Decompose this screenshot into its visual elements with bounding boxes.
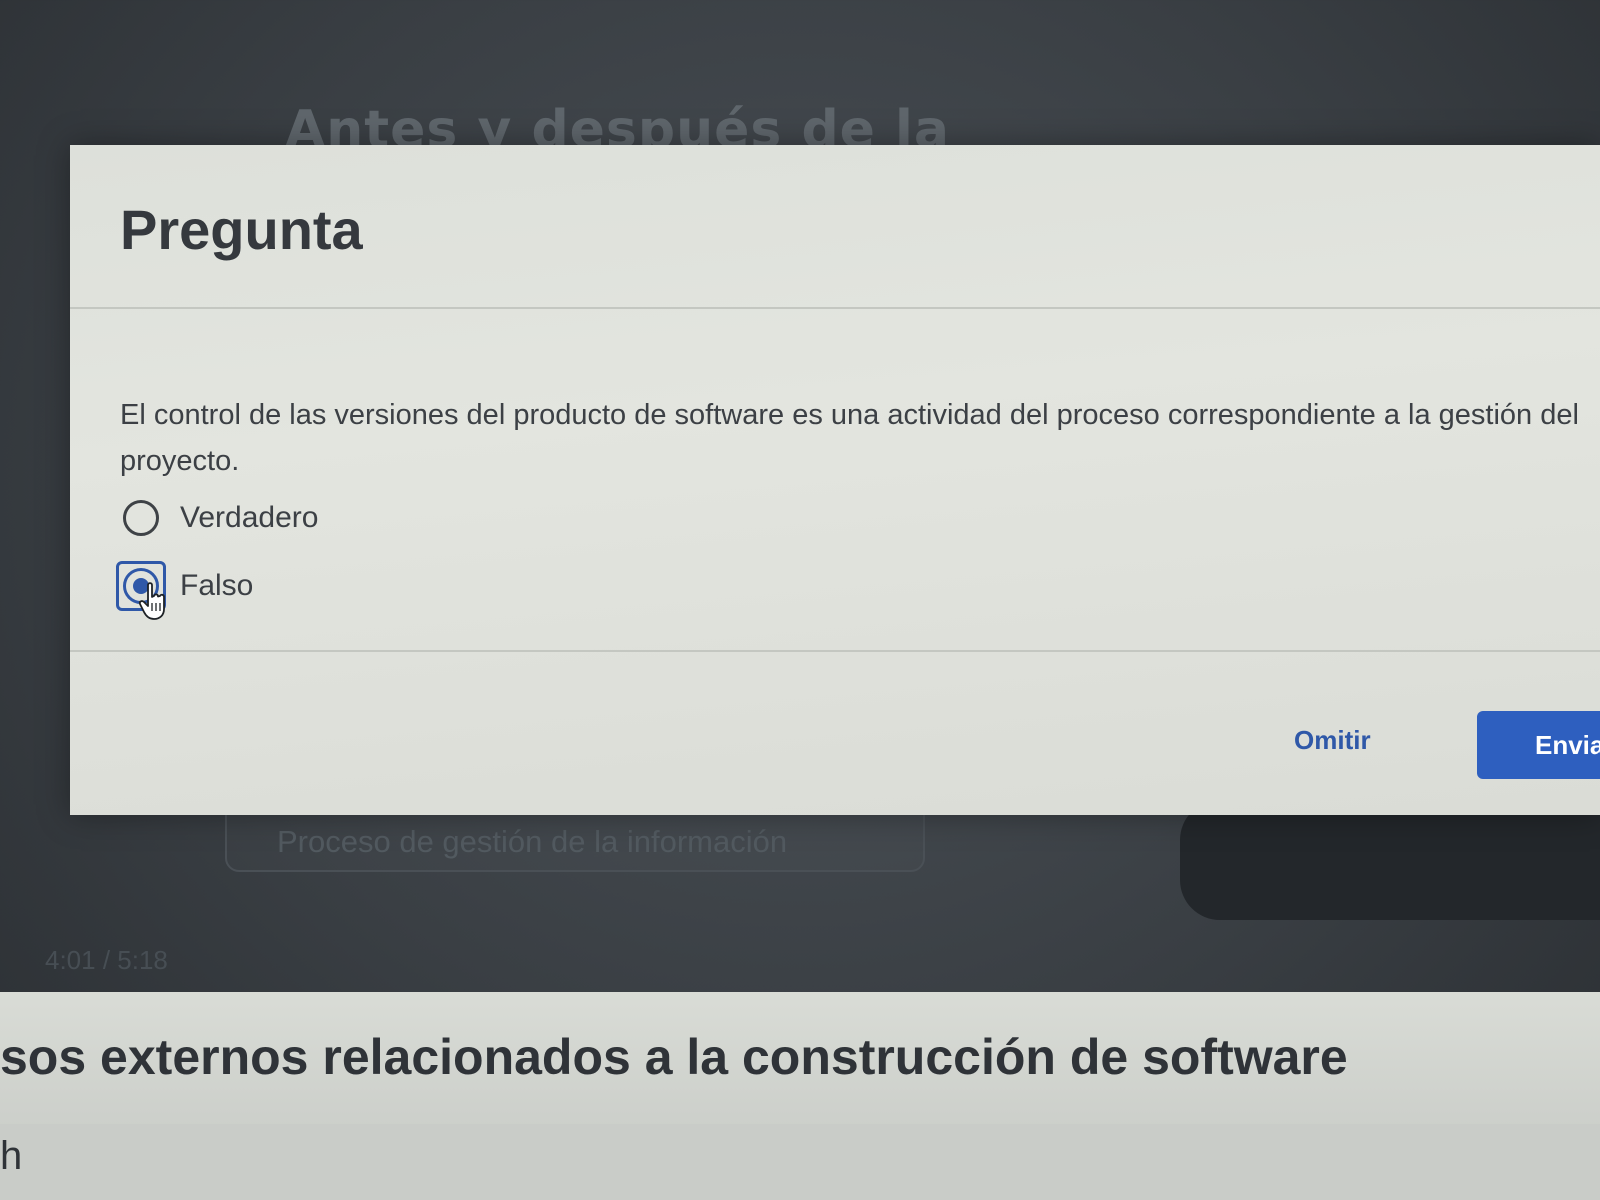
radio-button-falso[interactable]	[123, 568, 159, 604]
background-process-label: Proceso de gestión de la información	[277, 824, 788, 859]
submit-button[interactable]: Enviar	[1477, 711, 1600, 779]
page-content-strip: h	[0, 1124, 1600, 1200]
option-falso[interactable]: Falso	[116, 561, 253, 611]
header-divider	[70, 307, 1600, 309]
option-label: Falso	[180, 569, 254, 602]
radio-focus-ring	[116, 561, 166, 611]
background-dark-shape	[1180, 800, 1600, 920]
question-text: El control de las versiones del producto…	[120, 399, 1579, 477]
skip-button[interactable]: Omitir	[1280, 715, 1385, 766]
page-content: sos externos relacionados a la construcc…	[0, 992, 1600, 1200]
cut-off-text: h	[0, 1134, 23, 1178]
radio-focus-ring	[116, 493, 166, 543]
video-timestamp: 4:01 / 5:18	[45, 945, 168, 975]
question-modal: Pregunta El control de las versiones del…	[70, 145, 1600, 815]
section-title: sos externos relacionados a la construcc…	[0, 1029, 1348, 1085]
footer-divider	[70, 650, 1600, 652]
radio-button-verdadero[interactable]	[123, 500, 159, 536]
background-process-button: Proceso de gestión de la información	[225, 812, 925, 872]
modal-title: Pregunta	[120, 198, 363, 261]
radio-selected-dot	[133, 578, 149, 594]
option-label: Verdadero	[180, 501, 319, 534]
option-verdadero[interactable]: Verdadero	[116, 493, 318, 543]
